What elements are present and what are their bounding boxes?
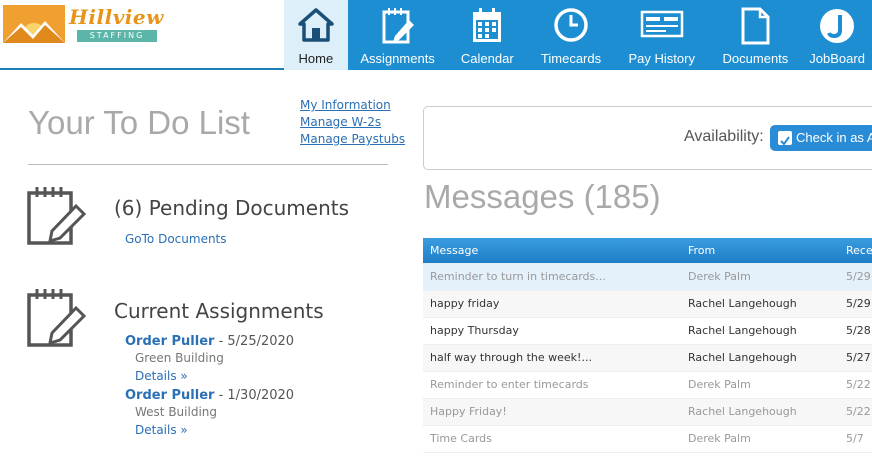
column-message[interactable]: Message [423, 238, 681, 263]
message-message-cell: half way through the week!... [423, 344, 681, 372]
current-assignments-title: Current Assignments [114, 299, 324, 323]
check-icon [640, 10, 683, 38]
message-from-cell: Rachel Langehough [681, 344, 839, 372]
assignment-date: - 1/30/2020 [214, 388, 295, 403]
table-row[interactable]: Reminder to enter timecards Derek Palm 5/2… [423, 371, 872, 399]
check-in-label: Check in as Av [796, 130, 872, 145]
logo-mountain-icon [3, 5, 65, 43]
goto-documents-link[interactable]: GoTo Documents [125, 232, 227, 246]
message-date-cell: 5/29 [839, 290, 872, 318]
top-bar: Hillview STAFFING Home Assignments Calen… [0, 0, 872, 70]
message-from-cell: Rachel Langehough [681, 290, 839, 318]
message-message-cell: happy friday [423, 290, 681, 318]
message-message-cell: happy Thursday [423, 317, 681, 345]
messages-title: Messages (185) [424, 178, 661, 215]
message-date-cell: 5/22 [839, 371, 872, 399]
nav-pay-history[interactable]: Pay History [615, 0, 709, 70]
logo-subtitle: STAFFING [77, 30, 157, 42]
nav-assignments[interactable]: Assignments [348, 0, 448, 70]
nav-documents[interactable]: Documents [709, 0, 803, 70]
assignment-date: - 5/25/2020 [214, 334, 295, 349]
manage-w2s-link[interactable]: Manage W-2s [300, 114, 405, 131]
messages-table: Message From Rece Reminder to turn in ti… [423, 238, 872, 453]
message-from-cell: Derek Palm [681, 263, 839, 291]
assignment-item: Order Puller - 5/25/2020 [125, 334, 294, 349]
nav-timecards-label: Timecards [540, 51, 602, 66]
nav-home-label: Home [298, 51, 334, 66]
message-from-cell: Derek Palm [681, 425, 839, 453]
nav-documents-label: Documents [722, 51, 789, 66]
message-message-cell: Reminder to turn in timecards... [423, 263, 681, 291]
hillview-logo[interactable]: Hillview STAFFING [3, 5, 163, 43]
assignment-role-link[interactable]: Order Puller [125, 388, 214, 403]
message-message-cell: Happy Friday! [423, 398, 681, 426]
checkbox-icon [778, 131, 792, 146]
my-information-link[interactable]: My Information [300, 97, 405, 114]
jobboard-icon [820, 9, 855, 43]
message-from-cell: Rachel Langehough [681, 317, 839, 345]
table-row[interactable]: Happy Friday! Rachel Langehough 5/22 [423, 398, 872, 426]
availability-label: Availability: [684, 128, 764, 145]
nav-pay-history-label: Pay History [628, 51, 695, 66]
table-row[interactable]: Time Cards Derek Palm 5/7 [423, 425, 872, 453]
assignment-item: Order Puller - 1/30/2020 [125, 388, 294, 403]
nav-calendar-label: Calendar [460, 51, 514, 66]
manage-paystubs-link[interactable]: Manage Paystubs [300, 131, 405, 148]
nav-home[interactable]: Home [284, 0, 348, 70]
message-message-cell: Reminder to enter timecards [423, 371, 681, 399]
column-from[interactable]: From [681, 238, 839, 263]
nav-assignments-label: Assignments [360, 51, 435, 66]
document-icon [741, 7, 770, 45]
message-message-cell: Time Cards [423, 425, 681, 453]
table-row[interactable]: happy Thursday Rachel Langehough 5/28 [423, 317, 872, 345]
assignment-role-link[interactable]: Order Puller [125, 334, 214, 349]
table-row[interactable]: Reminder to turn in timecards... Derek Pa… [423, 263, 872, 291]
assignment-location: West Building [135, 405, 217, 419]
message-date-cell: 5/22 [839, 398, 872, 426]
table-row[interactable]: half way through the week!... Rachel Lang… [423, 344, 872, 372]
clock-icon [554, 8, 588, 42]
nav-jobboard-label: JobBoard [809, 51, 865, 66]
calendar-icon [473, 8, 502, 42]
column-received[interactable]: Rece [839, 238, 872, 263]
current-assignments-icon [27, 289, 87, 347]
messages-body: Reminder to turn in timecards... Derek Pa… [423, 263, 872, 453]
todo-links: My Information Manage W-2s Manage Paystu… [300, 97, 405, 148]
table-header-row: Message From Rece [423, 238, 872, 263]
pending-documents-icon [27, 187, 87, 245]
logo-name: Hillview [69, 5, 164, 29]
main-nav: Home Assignments Calendar Timecards Pay … [284, 0, 872, 70]
divider [28, 164, 388, 165]
pending-documents-title: (6) Pending Documents [114, 196, 350, 220]
message-from-cell: Rachel Langehough [681, 398, 839, 426]
todo-title: Your To Do List [28, 104, 250, 141]
nav-timecards[interactable]: Timecards [527, 0, 615, 70]
message-date-cell: 5/27 [839, 344, 872, 372]
nav-calendar[interactable]: Calendar [447, 0, 527, 70]
check-in-available-button[interactable]: Check in as Av [770, 125, 872, 151]
message-date-cell: 5/7 [839, 425, 872, 453]
table-row[interactable]: happy friday Rachel Langehough 5/29 [423, 290, 872, 318]
assignment-details-link[interactable]: Details » [135, 369, 188, 383]
house-icon [298, 8, 334, 42]
nav-jobboard[interactable]: JobBoard [802, 0, 872, 70]
assignment-details-link[interactable]: Details » [135, 423, 188, 437]
message-date-cell: 5/29 [839, 263, 872, 291]
message-date-cell: 5/28 [839, 317, 872, 345]
message-from-cell: Derek Palm [681, 371, 839, 399]
assignment-location: Green Building [135, 351, 224, 365]
notepad-pencil-icon [382, 8, 414, 44]
